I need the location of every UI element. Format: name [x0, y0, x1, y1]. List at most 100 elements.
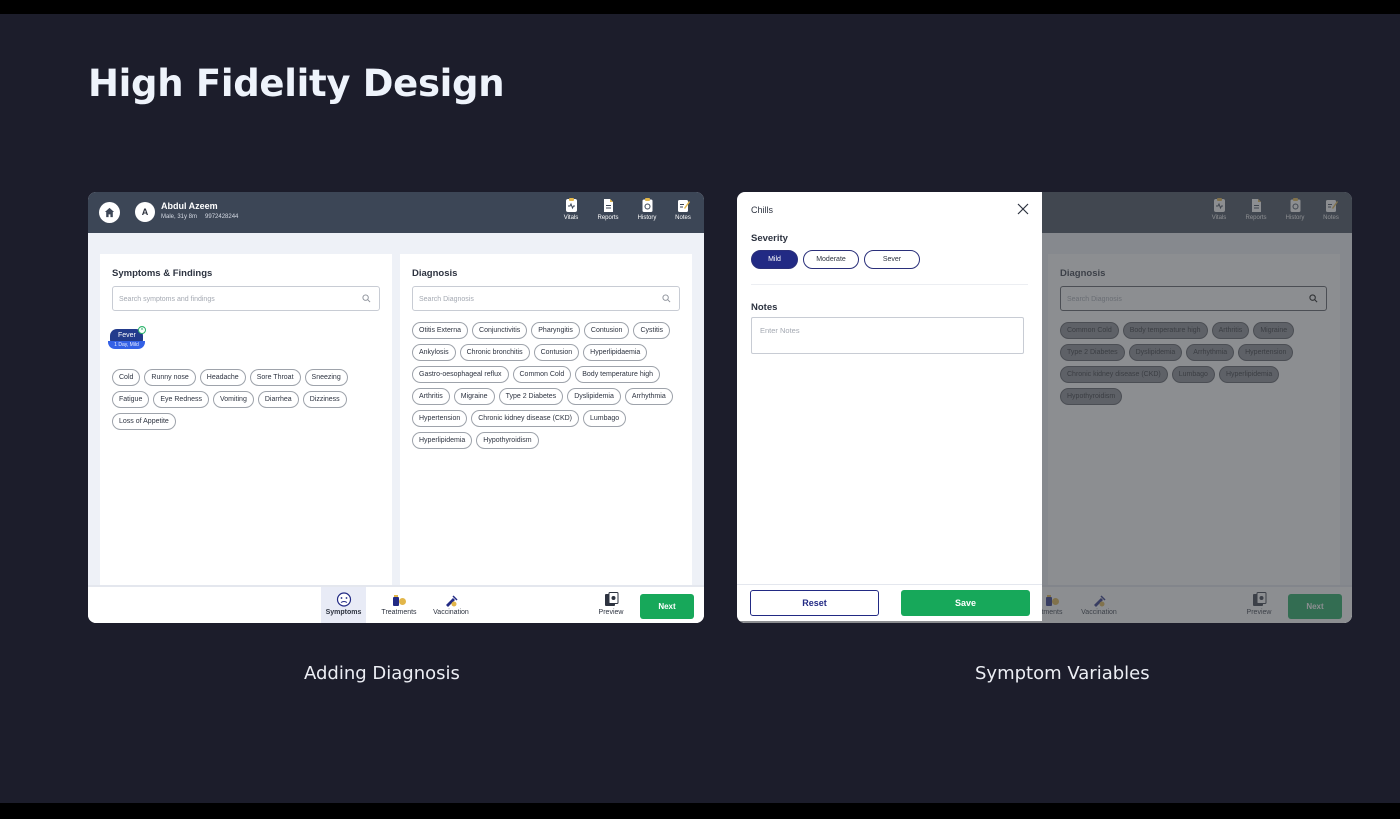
diagnosis-chips: Otitis Externa Conjunctivitis Pharyngiti…	[412, 322, 680, 449]
reset-button[interactable]: Reset	[750, 590, 879, 616]
diagnosis-chip[interactable]: Arrhythmia	[624, 388, 673, 405]
notes-icon	[677, 200, 690, 212]
tab-vaccination[interactable]: Vaccination	[1077, 587, 1121, 623]
tab-vaccination[interactable]: Vaccination	[429, 587, 473, 623]
diagnosis-chip[interactable]: Migraine	[1253, 322, 1295, 339]
remove-symptom-icon[interactable]: ×	[138, 326, 146, 334]
bottom-bar: Symptoms Treatments Vaccination Preview …	[88, 585, 704, 623]
vitals-label: Vitals	[563, 215, 579, 221]
diagnosis-chip[interactable]: Arthritis	[1211, 322, 1250, 339]
diagnosis-chip[interactable]: Hyperlipidaemia	[583, 344, 648, 361]
next-button[interactable]: Next	[640, 594, 694, 619]
symptoms-panel: Symptoms & Findings Search symptoms and …	[100, 254, 392, 588]
vitals-button[interactable]: Vitals	[557, 198, 585, 221]
diagnosis-chip[interactable]: Dyslipidemia	[567, 388, 621, 405]
selected-symptom-fever[interactable]: Fever 1 Day, Mild ×	[108, 326, 146, 349]
diagnosis-chip[interactable]: Gastro-oesophageal reflux	[412, 366, 509, 383]
symptom-chip[interactable]: Sore Throat	[249, 369, 301, 386]
diagnosis-chip[interactable]: Migraine	[453, 388, 495, 405]
patient-phone: 9972428244	[205, 214, 239, 220]
diagnosis-chip[interactable]: Conjunctivitis	[472, 322, 528, 339]
top-bar: A Abdul Azeem Male, 31y 8m 9972428244 Vit…	[88, 192, 704, 233]
reports-button[interactable]: Reports	[594, 198, 622, 221]
diagnosis-chip[interactable]: Arthritis	[412, 388, 450, 405]
patient-demographics: Male, 31y 8m	[161, 214, 198, 220]
diagnosis-chip[interactable]: Otitis Externa	[412, 322, 469, 339]
diagnosis-chip[interactable]: Contusion	[533, 344, 580, 361]
symptom-chip[interactable]: Sneezing	[304, 369, 348, 386]
severity-option-moderate[interactable]: Moderate	[803, 250, 859, 269]
diagnosis-chip[interactable]: Common Cold	[1060, 322, 1119, 339]
save-button[interactable]: Save	[901, 590, 1030, 616]
diagnosis-chip[interactable]: Type 2 Diabetes	[498, 388, 564, 405]
search-icon	[1309, 294, 1318, 303]
symptoms-search-placeholder: Search symptoms and findings	[119, 296, 215, 303]
diagnosis-chip[interactable]: Hyperlipidemia	[412, 432, 473, 449]
diagnosis-chip[interactable]: Chronic bronchitis	[459, 344, 530, 361]
next-button[interactable]: Next	[1288, 594, 1342, 619]
severity-option-mild[interactable]: Mild	[751, 250, 798, 269]
reports-label: Reports	[1245, 215, 1267, 221]
symptom-chip[interactable]: Dizziness	[302, 391, 347, 408]
notes-input[interactable]: Enter Notes	[751, 317, 1024, 354]
diagnosis-chip[interactable]: Common Cold	[512, 366, 572, 383]
symptom-chip[interactable]: Eye Redness	[153, 391, 209, 408]
tab-treatments[interactable]: Treatments	[377, 587, 421, 623]
history-button[interactable]: History	[1281, 198, 1309, 221]
diagnosis-search-input[interactable]: Search Diagnosis	[412, 286, 680, 311]
symptom-chip[interactable]: Cold	[112, 369, 141, 386]
vaccination-icon	[1094, 595, 1106, 607]
diagnosis-chip[interactable]: Chronic kidney disease (CKD)	[1060, 366, 1168, 383]
severity-option-sever[interactable]: Sever	[864, 250, 920, 269]
symptom-chip[interactable]: Runny nose	[144, 369, 196, 386]
diagnosis-chip[interactable]: Lumbago	[583, 410, 627, 427]
severity-label: Severity	[751, 233, 788, 244]
notes-button[interactable]: Notes	[1317, 198, 1345, 221]
diagnosis-chip[interactable]: Chronic kidney disease (CKD)	[471, 410, 580, 427]
preview-button[interactable]: Preview	[1241, 587, 1277, 623]
symptom-chip[interactable]: Loss of Appetite	[112, 413, 176, 430]
symptom-chip[interactable]: Vomiting	[213, 391, 254, 408]
tab-treatments-label: tments	[1041, 609, 1063, 616]
reports-button[interactable]: Reports	[1242, 198, 1270, 221]
diagnosis-chip[interactable]: Dyslipidemia	[1128, 344, 1183, 361]
preview-button[interactable]: Preview	[593, 587, 629, 623]
caption-right: Symptom Variables	[975, 663, 1150, 684]
diagnosis-chip[interactable]: Arrhythmia	[1186, 344, 1235, 361]
diagnosis-chip[interactable]: Ankylosis	[412, 344, 456, 361]
vitals-button[interactable]: Vitals	[1205, 198, 1233, 221]
notes-placeholder: Enter Notes	[760, 326, 800, 335]
vitals-icon	[565, 198, 577, 212]
symptom-chip[interactable]: Fatigue	[112, 391, 150, 408]
diagnosis-chip[interactable]: Body temperature high	[575, 366, 661, 383]
tab-symptoms[interactable]: Symptoms	[321, 587, 366, 623]
diagnosis-chip[interactable]: Hyperlipidemia	[1218, 366, 1280, 383]
diagnosis-chip[interactable]: Body temperature high	[1122, 322, 1208, 339]
diagnosis-chip[interactable]: Contusion	[583, 322, 630, 339]
divider	[751, 284, 1028, 285]
close-icon[interactable]	[1017, 203, 1029, 215]
symptom-chip[interactable]: Headache	[199, 369, 246, 386]
symptoms-search-input[interactable]: Search symptoms and findings	[112, 286, 380, 311]
patient-name: Abdul Azeem	[161, 201, 218, 211]
diagnosis-chip[interactable]: Hypertension	[412, 410, 468, 427]
notes-button[interactable]: Notes	[669, 198, 697, 221]
diagnosis-chip[interactable]: Lumbago	[1171, 366, 1215, 383]
page-title: High Fidelity Design	[88, 62, 505, 105]
diagnosis-chip[interactable]: Hypothyroidism	[1060, 388, 1123, 405]
reports-icon	[1251, 199, 1261, 212]
preview-label: Preview	[1246, 609, 1272, 616]
diagnosis-chip[interactable]: Hypertension	[1238, 344, 1294, 361]
diagnosis-chip[interactable]: Hypothyroidism	[476, 432, 539, 449]
symptom-chips: Cold Runny nose Headache Sore Throat Sne…	[112, 369, 357, 430]
diagnosis-chip[interactable]: Pharyngitis	[531, 322, 580, 339]
diagnosis-search-input[interactable]: Search Diagnosis	[1060, 286, 1327, 311]
diagnosis-chip[interactable]: Type 2 Diabetes	[1060, 344, 1125, 361]
diagnosis-chip[interactable]: Cystitis	[633, 322, 670, 339]
modal-title: Chills	[751, 205, 774, 215]
reports-label: Reports	[597, 215, 619, 221]
symptom-chip[interactable]: Diarrhea	[257, 391, 299, 408]
home-button[interactable]	[99, 202, 120, 223]
history-button[interactable]: History	[633, 198, 661, 221]
search-icon	[662, 294, 671, 303]
